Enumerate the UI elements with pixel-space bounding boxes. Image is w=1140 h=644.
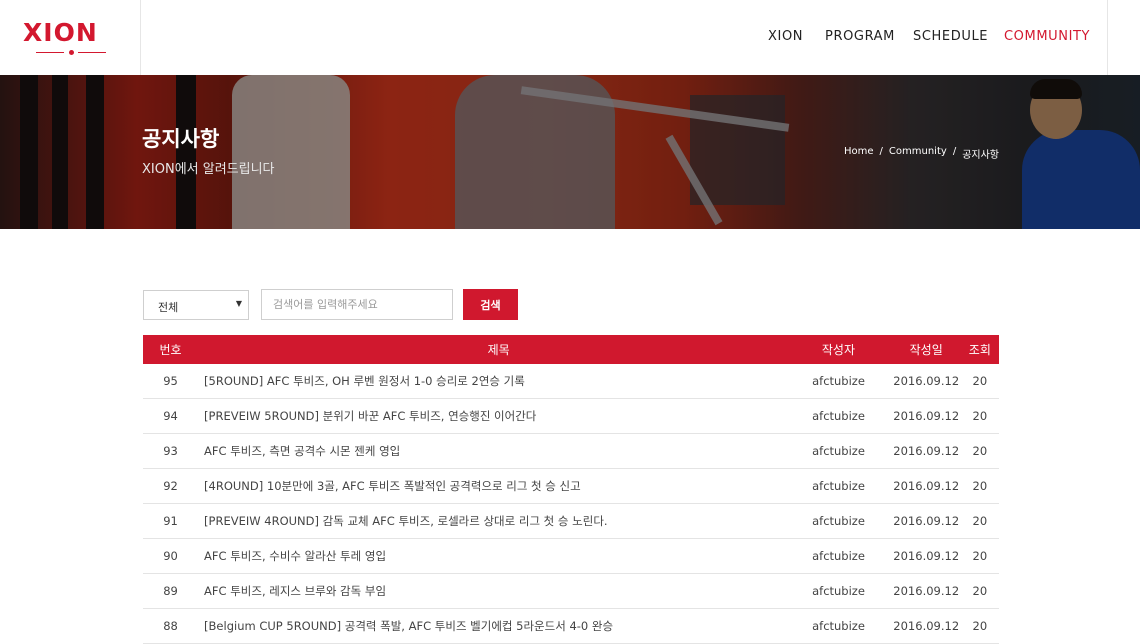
header-views: 조회 (968, 343, 991, 357)
logo-dot-icon (68, 50, 74, 55)
row-title-link[interactable]: AFC 투비즈, 레지스 브루와 감독 부임 (198, 583, 799, 599)
row-author: afctubize (812, 444, 865, 458)
breadcrumb-home[interactable]: Home (844, 146, 874, 161)
row-author: afctubize (812, 374, 865, 388)
site-header: XION XION PROGRAM SCHEDULE COMMUNITY (0, 0, 1140, 75)
header-author: 작성자 (821, 343, 855, 357)
row-author: afctubize (812, 584, 865, 598)
logo-container[interactable]: XION (0, 0, 141, 75)
row-number: 89 (163, 584, 178, 598)
row-author: afctubize (812, 549, 865, 563)
row-views: 20 (972, 409, 988, 423)
breadcrumb-separator: / (879, 146, 883, 157)
search-button[interactable]: 검색 (463, 289, 518, 320)
row-date: 2016.09.12 (893, 444, 960, 458)
row-title-link[interactable]: AFC 투비즈, 수비수 알라산 투레 영입 (198, 548, 799, 564)
nav-schedule[interactable]: SCHEDULE (913, 29, 988, 44)
row-author: afctubize (812, 619, 865, 633)
table-row[interactable]: 91 [PREVEIW 4ROUND] 감독 교체 AFC 투비즈, 로셀라르 상… (143, 504, 999, 539)
breadcrumb-current: 공지사항 (962, 150, 999, 161)
row-title-link[interactable]: [4ROUND] 10분만에 3골, AFC 투비즈 폭발적인 공격력으로 리그… (198, 478, 799, 494)
logo-tagline-mark (36, 50, 106, 55)
nav-divider (1107, 0, 1108, 75)
nav-community[interactable]: COMMUNITY (1004, 29, 1090, 44)
caret-down-icon: ▼ (235, 299, 242, 308)
logo[interactable]: XION (23, 18, 98, 47)
row-views: 20 (972, 514, 988, 528)
table-row[interactable]: 95 [5ROUND] AFC 투비즈, OH 루벤 원정서 1-0 승리로 2연… (143, 364, 999, 399)
row-number: 94 (163, 409, 178, 423)
row-number: 93 (163, 444, 178, 458)
row-date: 2016.09.12 (893, 479, 960, 493)
table-body: 95 [5ROUND] AFC 투비즈, OH 루벤 원정서 1-0 승리로 2연… (143, 364, 999, 644)
table-row[interactable]: 90 AFC 투비즈, 수비수 알라산 투레 영입 afctubize 2016.09… (143, 539, 999, 574)
nav-xion[interactable]: XION (768, 29, 803, 44)
row-date: 2016.09.12 (893, 409, 960, 423)
hero-banner: 공지사항 XION에서 알려드립니다 Home / Community / 공지… (0, 75, 1140, 229)
nav-program[interactable]: PROGRAM (825, 29, 895, 44)
row-views: 20 (972, 584, 988, 598)
notice-table: 번호 제목 작성자 작성일 조회 95 [5ROUND] AFC 투비즈, OH … (143, 335, 999, 644)
table-row[interactable]: 94 [PREVEIW 5ROUND] 분위기 바꾼 AFC 투비즈, 연승행진 … (143, 399, 999, 434)
header-title: 제목 (487, 343, 510, 357)
table-header: 번호 제목 작성자 작성일 조회 (143, 335, 999, 364)
row-date: 2016.09.12 (893, 619, 960, 633)
breadcrumb-separator: / (952, 146, 957, 157)
row-title-link[interactable]: [PREVEIW 5ROUND] 분위기 바꾼 AFC 투비즈, 연승행진 이어… (198, 408, 799, 424)
row-date: 2016.09.12 (893, 584, 960, 598)
row-author: afctubize (812, 479, 865, 493)
row-date: 2016.09.12 (893, 549, 960, 563)
breadcrumb-community[interactable]: Community (889, 146, 947, 161)
row-date: 2016.09.12 (893, 514, 960, 528)
search-category-select[interactable]: 전체 ▼ (143, 290, 249, 320)
table-row[interactable]: 92 [4ROUND] 10분만에 3골, AFC 투비즈 폭발적인 공격력으로 … (143, 469, 999, 504)
row-number: 92 (163, 479, 178, 493)
row-author: afctubize (812, 514, 865, 528)
row-title-link[interactable]: [5ROUND] AFC 투비즈, OH 루벤 원정서 1-0 승리로 2연승 … (198, 373, 799, 389)
table-row[interactable]: 89 AFC 투비즈, 레지스 브루와 감독 부임 afctubize 2016.09… (143, 574, 999, 609)
row-number: 88 (163, 619, 178, 633)
row-number: 95 (163, 374, 178, 388)
row-number: 90 (163, 549, 178, 563)
search-input[interactable] (261, 289, 453, 320)
row-views: 20 (972, 619, 988, 633)
row-views: 20 (972, 374, 988, 388)
row-views: 20 (972, 444, 988, 458)
page-title: 공지사항 (142, 127, 220, 151)
row-title-link[interactable]: AFC 투비즈, 측면 공격수 시몬 젠케 영입 (198, 443, 799, 459)
row-date: 2016.09.12 (893, 374, 960, 388)
row-number: 91 (163, 514, 178, 528)
row-title-link[interactable]: [Belgium CUP 5ROUND] 공격력 폭발, AFC 투비즈 벨기에… (198, 618, 799, 634)
select-value: 전체 (158, 301, 179, 314)
page-subtitle: XION에서 알려드립니다 (142, 162, 275, 177)
row-author: afctubize (812, 409, 865, 423)
table-row[interactable]: 93 AFC 투비즈, 측면 공격수 시몬 젠케 영입 afctubize 2016.… (143, 434, 999, 469)
row-views: 20 (972, 549, 988, 563)
breadcrumb: Home / Community / 공지사항 (844, 146, 999, 161)
row-title-link[interactable]: [PREVEIW 4ROUND] 감독 교체 AFC 투비즈, 로셀라르 상대로… (198, 513, 799, 529)
row-views: 20 (972, 479, 988, 493)
header-date: 작성일 (909, 343, 943, 357)
table-row[interactable]: 88 [Belgium CUP 5ROUND] 공격력 폭발, AFC 투비즈 벨… (143, 609, 999, 644)
header-no: 번호 (159, 343, 182, 357)
